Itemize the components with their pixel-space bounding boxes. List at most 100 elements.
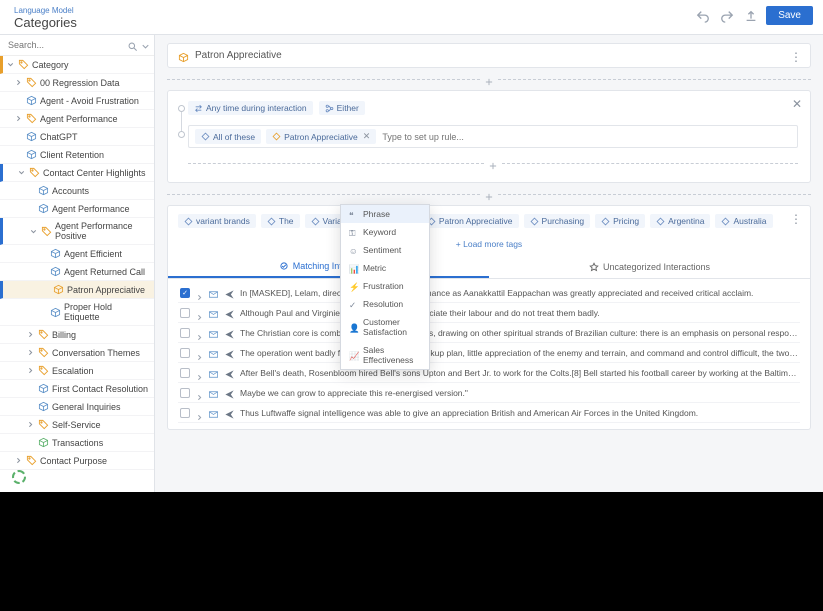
row-checkbox[interactable] bbox=[180, 328, 190, 338]
sidebar-item-transactions[interactable]: Transactions bbox=[0, 434, 154, 452]
mail-icon[interactable] bbox=[208, 327, 219, 338]
close-icon[interactable]: ✕ bbox=[792, 97, 802, 111]
mail-icon[interactable] bbox=[208, 367, 219, 378]
chevron-right-icon[interactable] bbox=[195, 309, 203, 317]
tag-icon bbox=[41, 226, 52, 237]
tag-pill[interactable]: Pricing bbox=[595, 214, 645, 228]
sidebar-item-chatgpt[interactable]: ChatGPT bbox=[0, 128, 154, 146]
send-icon[interactable] bbox=[224, 407, 235, 418]
tab-uncategorized[interactable]: Uncategorized Interactions bbox=[489, 256, 810, 278]
load-more-tags[interactable]: + Load more tags bbox=[456, 239, 522, 249]
rule-input[interactable] bbox=[382, 132, 791, 142]
chevron-right-icon[interactable] bbox=[195, 369, 203, 377]
dropdown-item-frustration[interactable]: ⚡Frustration bbox=[341, 277, 429, 295]
condition-pill[interactable]: All of these bbox=[195, 129, 261, 144]
add-condition-divider[interactable] bbox=[188, 158, 798, 168]
add-rule-divider[interactable] bbox=[167, 74, 811, 84]
undo-icon[interactable] bbox=[694, 7, 712, 25]
timing-pill[interactable]: Any time during interaction bbox=[188, 101, 313, 115]
tag-pill[interactable]: variant brands bbox=[178, 214, 256, 228]
sidebar: Category00 Regression DataAgent - Avoid … bbox=[0, 35, 155, 492]
send-icon[interactable] bbox=[224, 347, 235, 358]
rules-card: ✕ Any time during interaction Either All … bbox=[167, 90, 811, 183]
send-icon[interactable] bbox=[224, 387, 235, 398]
chevron-right-icon[interactable] bbox=[195, 409, 203, 417]
send-icon[interactable] bbox=[224, 367, 235, 378]
chevron-right-icon[interactable] bbox=[195, 389, 203, 397]
dropdown-item-customer-satisfaction[interactable]: 👤Customer Satisfaction bbox=[341, 313, 429, 341]
sidebar-item-contact-center-highlights[interactable]: Contact Center Highlights bbox=[0, 164, 154, 182]
tag-pill[interactable]: Patron Appreciative bbox=[421, 214, 519, 228]
sidebar-item-accounts[interactable]: Accounts bbox=[0, 182, 154, 200]
sidebar-item-00-regression-data[interactable]: 00 Regression Data bbox=[0, 74, 154, 92]
search-icon[interactable] bbox=[127, 39, 138, 51]
dropdown-item-phrase[interactable]: ❝Phrase bbox=[341, 205, 429, 223]
more-icon[interactable]: ⋮ bbox=[790, 50, 802, 64]
mail-icon[interactable] bbox=[208, 287, 219, 298]
timing-pill[interactable]: Either bbox=[319, 101, 365, 115]
mail-icon[interactable] bbox=[208, 307, 219, 318]
sidebar-item-agent-efficient[interactable]: Agent Efficient bbox=[0, 245, 154, 263]
result-row: After Bell's death, Rosenbloom hired Bel… bbox=[178, 363, 800, 383]
tab-matching[interactable]: Matching Interactions bbox=[168, 256, 489, 278]
row-checkbox[interactable] bbox=[180, 388, 190, 398]
sidebar-item-billing[interactable]: Billing bbox=[0, 326, 154, 344]
sidebar-item-conversation-themes[interactable]: Conversation Themes bbox=[0, 344, 154, 362]
send-icon[interactable] bbox=[224, 327, 235, 338]
row-checkbox[interactable] bbox=[180, 368, 190, 378]
more-icon[interactable]: ⋮ bbox=[790, 212, 802, 226]
tag-pill[interactable]: Argentina bbox=[650, 214, 710, 228]
redo-icon[interactable] bbox=[718, 7, 736, 25]
check-icon: ✓ bbox=[349, 300, 358, 309]
dropdown-item-metric[interactable]: 📊Metric bbox=[341, 259, 429, 277]
send-icon[interactable] bbox=[224, 307, 235, 318]
sidebar-item-contact-purpose[interactable]: Contact Purpose bbox=[0, 452, 154, 470]
sidebar-item-proper-hold-etiquette[interactable]: Proper Hold Etiquette bbox=[0, 299, 154, 326]
sidebar-item-label: Agent Performance bbox=[40, 114, 118, 124]
dropdown-item-sentiment[interactable]: ☺Sentiment bbox=[341, 241, 429, 259]
dropdown-item-keyword[interactable]: ⚿Keyword bbox=[341, 223, 429, 241]
send-icon[interactable] bbox=[224, 287, 235, 298]
sidebar-item-first-contact-resolution[interactable]: First Contact Resolution bbox=[0, 380, 154, 398]
row-checkbox[interactable] bbox=[180, 408, 190, 418]
condition-pill[interactable]: Patron Appreciative✕ bbox=[266, 129, 376, 144]
sidebar-item-category[interactable]: Category bbox=[0, 56, 154, 74]
chevron-right-icon[interactable] bbox=[195, 329, 203, 337]
tag-pill[interactable]: The bbox=[261, 214, 300, 228]
sidebar-item-agent-performance[interactable]: Agent Performance bbox=[0, 110, 154, 128]
mail-icon[interactable] bbox=[208, 347, 219, 358]
sidebar-item-self-service[interactable]: Self-Service bbox=[0, 416, 154, 434]
box-icon bbox=[38, 203, 49, 214]
remove-icon[interactable]: ✕ bbox=[363, 131, 371, 142]
chevron-right-icon bbox=[26, 348, 35, 357]
sidebar-item-agent-performance-positive[interactable]: Agent Performance Positive bbox=[0, 218, 154, 245]
sidebar-item-escalation[interactable]: Escalation bbox=[0, 362, 154, 380]
sidebar-item-label: Client Retention bbox=[40, 150, 104, 160]
chevron-down-icon[interactable] bbox=[140, 39, 151, 51]
row-checkbox[interactable] bbox=[180, 288, 190, 298]
mail-icon[interactable] bbox=[208, 407, 219, 418]
dropdown-item-resolution[interactable]: ✓Resolution bbox=[341, 295, 429, 313]
chevron-right-icon[interactable] bbox=[195, 289, 203, 297]
search-input[interactable] bbox=[8, 40, 125, 50]
sidebar-item-general-inquiries[interactable]: General Inquiries bbox=[0, 398, 154, 416]
save-button[interactable]: Save bbox=[766, 6, 813, 25]
row-checkbox[interactable] bbox=[180, 348, 190, 358]
breadcrumb[interactable]: Language Model bbox=[14, 6, 77, 15]
sidebar-item-agent-avoid-frustration[interactable]: Agent - Avoid Frustration bbox=[0, 92, 154, 110]
sidebar-item-patron-appreciative[interactable]: Patron Appreciative bbox=[0, 281, 154, 299]
dropdown-item-sales-effectiveness[interactable]: 📈Sales Effectiveness bbox=[341, 341, 429, 369]
chevron-down-icon bbox=[17, 168, 26, 177]
row-checkbox[interactable] bbox=[180, 308, 190, 318]
upload-icon[interactable] bbox=[742, 7, 760, 25]
tag-pill[interactable]: Purchasing bbox=[524, 214, 591, 228]
mail-icon[interactable] bbox=[208, 387, 219, 398]
chevron-right-icon[interactable] bbox=[195, 349, 203, 357]
sidebar-item-label: ChatGPT bbox=[40, 132, 78, 142]
sidebar-item-agent-performance[interactable]: Agent Performance bbox=[0, 200, 154, 218]
diamond-icon bbox=[272, 132, 281, 141]
sidebar-item-client-retention[interactable]: Client Retention bbox=[0, 146, 154, 164]
sidebar-item-agent-returned-call[interactable]: Agent Returned Call bbox=[0, 263, 154, 281]
add-rule-divider-2[interactable] bbox=[167, 189, 811, 199]
tag-pill[interactable]: Australia bbox=[715, 214, 772, 228]
